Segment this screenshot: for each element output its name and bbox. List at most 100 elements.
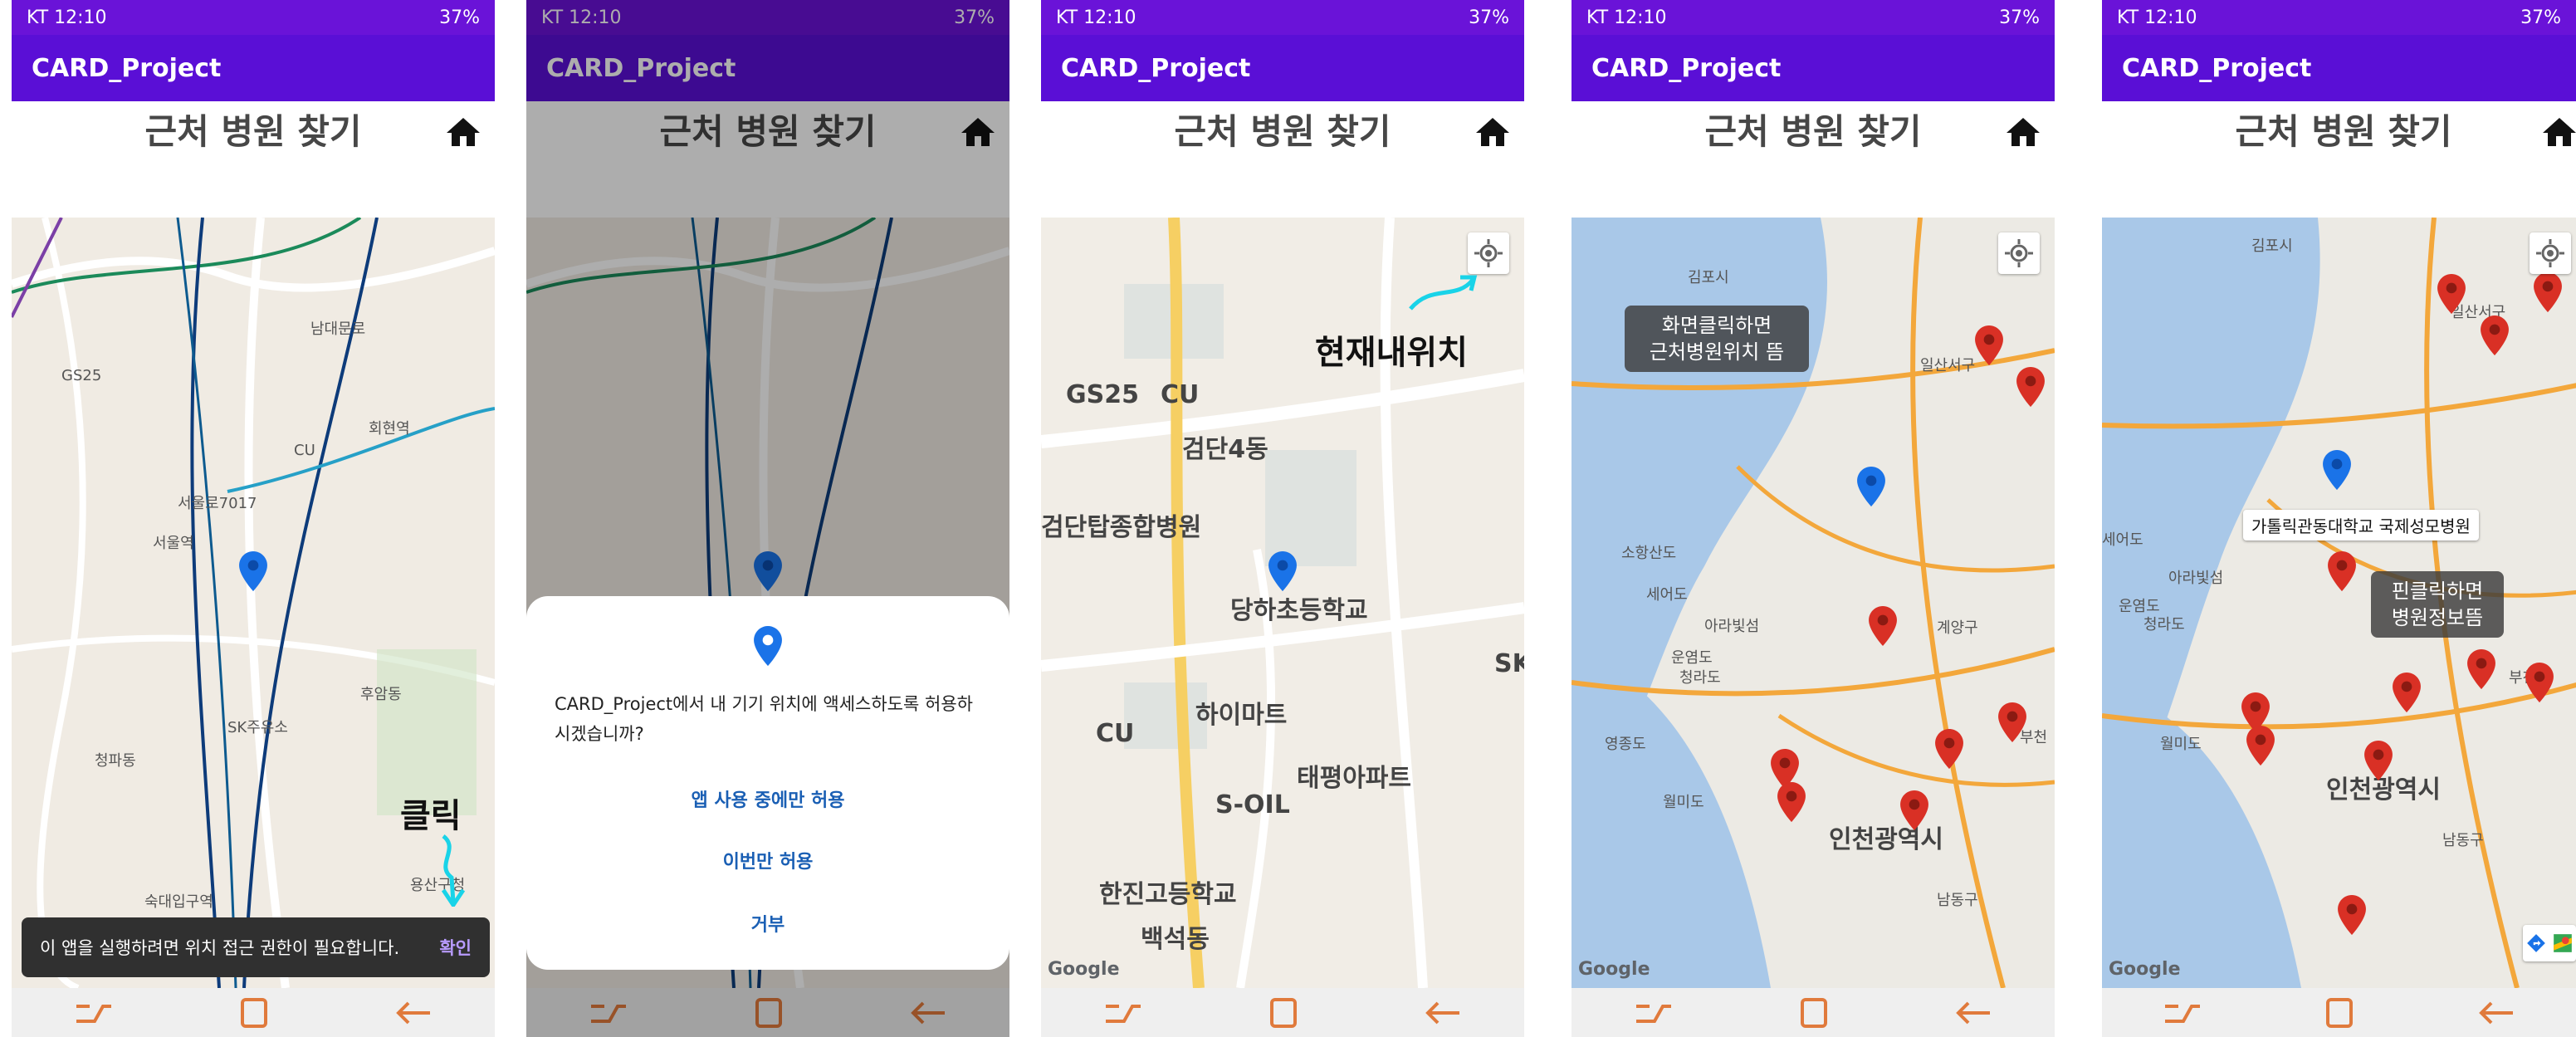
phone-screen-5: KT 12:10 37% CARD_Project 근처 병원 찾기 일산서구 …: [2102, 0, 2576, 1037]
map-label: 한진고등학교: [1099, 880, 1237, 909]
recent-apps-icon[interactable]: [1630, 995, 1674, 1031]
hospital-marker-icon[interactable]: [2467, 649, 2495, 689]
crosshair-icon: [2536, 239, 2564, 267]
google-maps-icon[interactable]: [2552, 932, 2574, 954]
app-bar: CARD_Project: [12, 35, 495, 101]
map-view[interactable]: 일산서구 세어도 아라빛섬 운염도 청라도 월미도 인천광역시 부천 남동구 김…: [2102, 218, 2576, 988]
hospital-marker-icon[interactable]: [1900, 790, 1928, 830]
google-logo: Google: [1578, 959, 1650, 980]
map-label: 세어도: [1646, 586, 1688, 604]
page-header: 근처 병원 찾기: [2102, 101, 2576, 218]
map-label: 숙대입구역: [144, 893, 213, 911]
location-pin-icon: [754, 626, 782, 666]
home-icon[interactable]: [2003, 113, 2043, 153]
map-label: 남대문로: [310, 320, 366, 338]
home-nav-icon[interactable]: [2316, 995, 2361, 1031]
hospital-marker-icon[interactable]: [2246, 726, 2275, 766]
page-header: 근처 병원 찾기: [1572, 101, 2055, 218]
status-carrier: KT 12:10: [27, 7, 107, 28]
current-location-marker-icon[interactable]: [1268, 551, 1297, 591]
permission-toast: 이 앱을 실행하려면 위치 접근 권한이 필요합니다. 확인: [22, 917, 490, 977]
status-carrier: KT 12:10: [1056, 7, 1136, 28]
current-location-marker-icon[interactable]: [2323, 450, 2351, 490]
map-label: 소항산도: [1621, 545, 1677, 562]
hospital-marker-icon[interactable]: [2364, 741, 2393, 780]
hospital-marker-icon[interactable]: [2481, 316, 2509, 355]
status-battery: 37%: [439, 7, 480, 28]
current-location-marker-icon[interactable]: [1857, 467, 1885, 506]
back-nav-icon[interactable]: [392, 995, 437, 1031]
hospital-marker-icon[interactable]: [1869, 606, 1897, 646]
back-nav-icon[interactable]: [1952, 995, 1997, 1031]
status-carrier: KT 12:10: [2117, 7, 2197, 28]
hospital-marker-icon[interactable]: [1975, 325, 2003, 365]
hospital-marker-icon[interactable]: [2534, 272, 2562, 312]
map-label: 회현역: [369, 420, 410, 438]
back-nav-icon[interactable]: [1421, 995, 1466, 1031]
map-view[interactable]: 김포시 일산서구 소항산도 세어도 아라빛섬 운염도 청라도 영종도 월미도 인…: [1572, 218, 2055, 988]
allow-while-using-button[interactable]: 앱 사용 중에만 허용: [526, 785, 1009, 812]
recent-apps-icon[interactable]: [2158, 995, 2203, 1031]
my-location-button[interactable]: [2530, 232, 2571, 274]
map-label: S-OIL: [1215, 790, 1290, 819]
recent-apps-icon[interactable]: [1099, 995, 1144, 1031]
map-label: 아라빛섬: [1704, 618, 1760, 635]
annotation-note-line: 화면클릭하면: [1661, 314, 1772, 337]
google-logo: Google: [2109, 959, 2181, 980]
hospital-marker-icon[interactable]: [1935, 729, 1963, 769]
my-location-button[interactable]: [1998, 232, 2040, 274]
map-label: 세어도: [2102, 531, 2143, 549]
selected-hospital-marker-icon[interactable]: [2328, 551, 2356, 591]
annotation-note: 화면클릭하면 근처병원위치 뜸: [1625, 306, 1809, 372]
annotation-note-line: 병원정보뜸: [2391, 606, 2484, 629]
hospital-marker-icon[interactable]: [2525, 663, 2554, 702]
home-icon[interactable]: [443, 113, 483, 153]
toast-confirm-button[interactable]: 확인: [439, 935, 472, 960]
map-label: 월미도: [1663, 794, 1704, 811]
directions-icon[interactable]: [2525, 932, 2547, 954]
location-marker-icon[interactable]: [239, 551, 267, 591]
app-bar: CARD_Project: [1572, 35, 2055, 101]
hospital-marker-icon[interactable]: [1777, 782, 1806, 822]
status-bar: KT 12:10 37%: [1041, 0, 1524, 35]
system-nav-bar: [2102, 988, 2576, 1037]
deny-button[interactable]: 거부: [526, 910, 1009, 937]
status-battery: 37%: [2520, 7, 2561, 28]
home-nav-icon[interactable]: [231, 995, 276, 1031]
recent-apps-icon[interactable]: [70, 995, 115, 1031]
map-label: 검단4동: [1182, 435, 1268, 464]
map-label: 김포시: [2251, 237, 2293, 255]
phone-screen-2: KT 12:10 37% CARD_Project 근처 병원 찾기 CARD_…: [526, 0, 1009, 1037]
map-view[interactable]: 서울역 남대문로 회현역 GS25 CU 청파동 숙대입구역 용산구청 서울로7…: [12, 218, 495, 988]
hospital-info-callout[interactable]: 가톨릭관동대학교 국제성모병원: [2243, 510, 2479, 541]
map-label: 월미도: [2160, 736, 2202, 753]
app-bar: CARD_Project: [1041, 35, 1524, 101]
home-icon[interactable]: [1473, 113, 1513, 153]
map-label: CU: [1096, 719, 1135, 748]
allow-once-button[interactable]: 이번만 허용: [526, 847, 1009, 873]
map-label: 일산서구: [1920, 357, 1976, 374]
home-nav-icon[interactable]: [1260, 995, 1305, 1031]
home-icon[interactable]: [2539, 113, 2576, 153]
hospital-marker-icon[interactable]: [2338, 895, 2366, 935]
toast-message: 이 앱을 실행하려면 위치 접근 권한이 필요합니다.: [40, 938, 400, 958]
system-nav-bar: [12, 988, 495, 1037]
map-label: 남동구: [1937, 892, 1978, 909]
phone-screen-1: KT 12:10 37% CARD_Project 근처 병원 찾기 서울역 남…: [12, 0, 495, 1037]
map-toolbar: [2523, 925, 2576, 961]
back-nav-icon[interactable]: [2475, 995, 2520, 1031]
page-title: 근처 병원 찾기: [2235, 111, 2452, 152]
annotation-text: 클릭: [400, 797, 462, 835]
map-label: 아라빛섬: [2168, 570, 2224, 587]
system-nav-bar: [1572, 988, 2055, 1037]
map-label: 남동구: [2442, 832, 2484, 849]
hospital-marker-icon[interactable]: [2393, 673, 2421, 712]
hospital-marker-icon[interactable]: [1998, 702, 2026, 742]
map-view[interactable]: GS25 CU 검단4동 검단탑종합병원 당하초등학교 하이마트 태평아파트 S…: [1041, 218, 1524, 988]
annotation-note-line: 근처병원위치 뜸: [1649, 340, 1785, 364]
map-label: SK주유소: [227, 719, 288, 736]
hospital-marker-icon[interactable]: [2437, 274, 2466, 314]
hospital-marker-icon[interactable]: [2016, 367, 2045, 407]
home-nav-icon[interactable]: [1791, 995, 1835, 1031]
app-title: CARD_Project: [2122, 53, 2312, 83]
